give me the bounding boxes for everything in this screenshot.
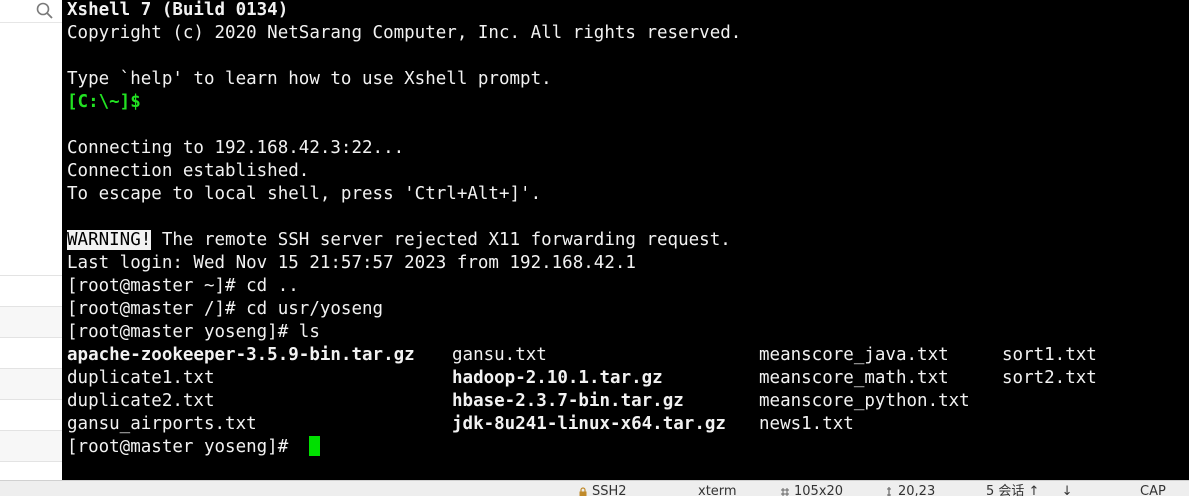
- ls-entry: news1.txt: [759, 414, 854, 434]
- status-bar: SSH2 xterm 105x20 20,23 5 会话 ↑ ↓ CAP: [0, 480, 1189, 496]
- ls-entry: sort2.txt: [1002, 368, 1097, 388]
- session-sidebar: [0, 0, 63, 492]
- ls-entry: duplicate1.txt: [67, 368, 215, 388]
- sidebar-row[interactable]: [0, 399, 62, 430]
- sidebar-row[interactable]: [0, 430, 62, 461]
- terminal-line-cmd-ls: [root@master yoseng]# ls: [67, 322, 320, 342]
- status-sessions[interactable]: 5 会话 ↑ ↓: [986, 484, 1073, 496]
- ls-entry-archive: hbase-2.3.7-bin.tar.gz: [452, 391, 684, 411]
- sidebar-search-bar[interactable]: [0, 0, 62, 23]
- status-position: 20,23: [884, 484, 935, 496]
- terminal-line-last-login: Last login: Wed Nov 15 21:57:57 2023 fro…: [67, 253, 636, 273]
- sidebar-row[interactable]: [0, 275, 62, 306]
- terminal-line-established: Connection established.: [67, 161, 310, 181]
- terminal-cursor: [309, 436, 320, 456]
- warning-label: WARNING!: [67, 230, 152, 250]
- ls-entry: duplicate2.txt: [67, 391, 215, 411]
- lock-icon: [579, 486, 587, 496]
- ls-entry-archive: hadoop-2.10.1.tar.gz: [452, 368, 663, 388]
- status-size-label: 105x20: [794, 484, 844, 496]
- xshell-window: Xshell 7 (Build 0134) Copyright (c) 2020…: [0, 0, 1189, 496]
- terminal-line-title: Xshell 7 (Build 0134): [67, 0, 289, 20]
- arrow-down-icon: ↓: [1061, 484, 1073, 496]
- terminal-line-help: Type `help' to learn how to use Xshell p…: [67, 69, 552, 89]
- terminal-line-warning: WARNING! The remote SSH server rejected …: [67, 229, 731, 252]
- sidebar-row[interactable]: [0, 337, 62, 368]
- sidebar-row[interactable]: [0, 368, 62, 399]
- ls-entry: sort1.txt: [1002, 345, 1097, 365]
- ls-entry-archive: jdk-8u241-linux-x64.tar.gz: [452, 414, 726, 434]
- terminal-line-copyright: Copyright (c) 2020 NetSarang Computer, I…: [67, 23, 742, 43]
- ls-entry-archive: apache-zookeeper-3.5.9-bin.tar.gz: [67, 345, 415, 365]
- status-protocol: SSH2: [578, 484, 627, 496]
- arrow-up-icon: ↑: [1028, 484, 1040, 496]
- ls-entry: gansu_airports.txt: [67, 414, 257, 434]
- ls-entry: meanscore_python.txt: [759, 391, 970, 411]
- terminal-line-escape: To escape to local shell, press 'Ctrl+Al…: [67, 184, 542, 204]
- terminal-active-prompt: [root@master yoseng]#: [67, 437, 299, 457]
- status-size: 105x20: [780, 484, 843, 496]
- status-position-label: 20,23: [898, 484, 936, 496]
- ls-entry: meanscore_java.txt: [759, 345, 949, 365]
- sidebar-list: [0, 275, 62, 492]
- status-sessions-label: 5 会话: [986, 484, 1025, 496]
- terminal-line-cmd-cd: [root@master ~]# cd ..: [67, 276, 299, 296]
- search-icon[interactable]: [35, 1, 55, 21]
- terminal-line-connecting: Connecting to 192.168.42.3:22...: [67, 138, 405, 158]
- sidebar-row[interactable]: [0, 306, 62, 337]
- warning-message: The remote SSH server rejected X11 forwa…: [151, 230, 731, 250]
- terminal-line-cmd-cd-usr: [root@master /]# cd usr/yoseng: [67, 299, 384, 319]
- terminal-area[interactable]: Xshell 7 (Build 0134) Copyright (c) 2020…: [62, 0, 1189, 480]
- terminal-local-prompt: [C:\~]$: [67, 92, 141, 112]
- status-caps-lock: CAP: [1140, 484, 1166, 496]
- status-protocol-label: SSH2: [592, 484, 627, 496]
- ls-entry: meanscore_math.txt: [759, 368, 949, 388]
- status-term-type: xterm: [698, 484, 737, 496]
- resize-icon: [781, 487, 789, 496]
- ls-entry: gansu.txt: [452, 345, 547, 365]
- cursor-position-icon: [887, 486, 891, 496]
